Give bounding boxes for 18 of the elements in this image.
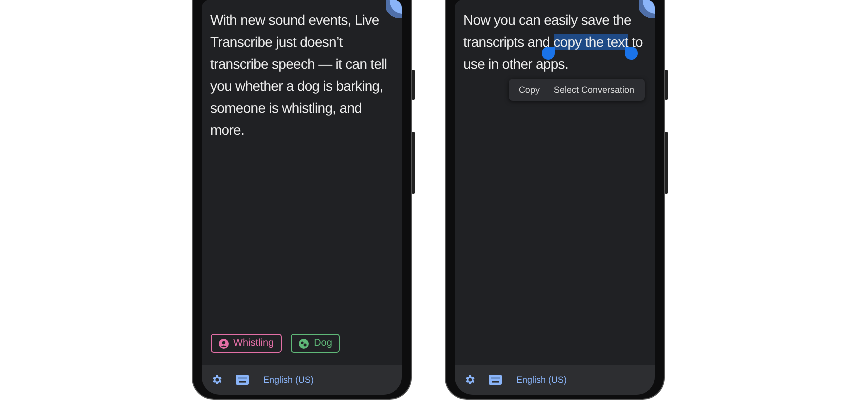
- transcript-text: With new sound events, Live Transcribe just doesn’t transcribe speech — it can tell you whether a dog is barking, someone is whistling, and more.: [210, 11, 388, 140]
- settings-icon[interactable]: [464, 374, 476, 386]
- page-curl-icon: [638, 0, 654, 18]
- person-icon: [218, 338, 228, 348]
- sound-event-chip[interactable]: Dog: [291, 334, 340, 353]
- sound-event-chip[interactable]: Whistling: [210, 334, 282, 353]
- settings-icon[interactable]: [210, 374, 222, 386]
- paw-icon: [299, 338, 310, 348]
- selection-handle-icon[interactable]: [542, 47, 555, 60]
- language-label[interactable]: English (US): [264, 375, 314, 385]
- menu-item[interactable]: Select Conversation: [554, 85, 634, 95]
- menu-item[interactable]: Copy: [518, 85, 540, 95]
- transcript-text: Now you can easily save the transcripts and copy the text to use in other apps.: [464, 11, 644, 74]
- keyboard-icon[interactable]: [488, 375, 502, 385]
- selection-handle-icon[interactable]: [625, 47, 638, 60]
- language-label[interactable]: English (US): [516, 375, 568, 385]
- keyboard-icon[interactable]: [236, 375, 248, 385]
- page-curl-icon: [386, 0, 402, 18]
